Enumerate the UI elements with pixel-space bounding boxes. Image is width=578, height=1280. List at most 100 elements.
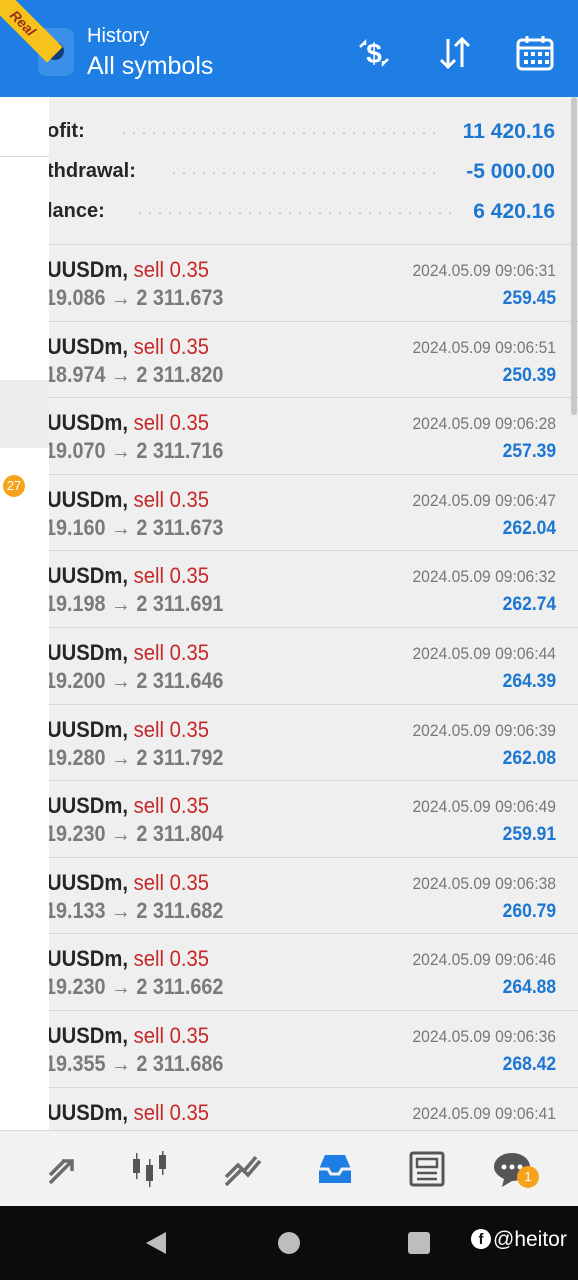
- trade-row[interactable]: UUSDm, sell 0.35 19.070 → 2 311.716 2024.0…: [49, 397, 578, 474]
- summary-row-withdrawal: thdrawal: -5 000.00: [47, 150, 555, 190]
- trade-side: sell 0.35: [133, 946, 210, 972]
- symbol-text: UUSDm,: [49, 716, 128, 742]
- trade-side: sell 0.35: [133, 793, 210, 819]
- drawer-selected-item[interactable]: [0, 380, 49, 448]
- trade-prices: 19.230 → 2 311.662: [49, 974, 224, 1000]
- trade-history-list[interactable]: UUSDm, sell 0.35 19.086 → 2 311.673 2024.0…: [49, 244, 578, 1130]
- trade-symbol: UUSDm, sell 0.35: [49, 1023, 209, 1049]
- trade-time: 2024.05.09 09:06:31: [412, 261, 556, 280]
- trade-side: sell 0.35: [133, 1022, 210, 1048]
- dot-leader: [135, 212, 455, 214]
- trade-icon[interactable]: [42, 1147, 86, 1191]
- trade-prices: 19.200 → 2 311.646: [49, 667, 224, 693]
- trade-prices: 18.974 → 2 311.820: [49, 361, 224, 387]
- quotes-candles-icon[interactable]: [128, 1147, 172, 1191]
- trade-row[interactable]: UUSDm, sell 0.35 2024.05.09 09:06:41: [49, 1086, 578, 1130]
- trade-time: 2024.05.09 09:06:46: [412, 950, 556, 970]
- trade-symbol: UUSDm, sell 0.35: [49, 1100, 209, 1126]
- trade-row[interactable]: UUSDm, sell 0.35 19.200 → 2 311.646 2024.0…: [49, 626, 578, 704]
- watermark: f @heitor: [471, 1228, 567, 1252]
- trade-prices: 19.198 → 2 311.691: [49, 591, 224, 617]
- trade-time: 2024.05.09 09:06:32: [412, 567, 556, 587]
- trade-symbol: UUSDm, sell 0.35: [49, 793, 209, 819]
- summary-label: ofit:: [47, 120, 85, 142]
- summary-value: 11 420.16: [462, 120, 555, 143]
- header-subtitle: History: [87, 25, 150, 47]
- trade-side: sell 0.35: [133, 257, 210, 282]
- trade-symbol: UUSDm, sell 0.35: [49, 487, 209, 513]
- trade-profit: 268.42: [502, 1053, 556, 1075]
- trade-row[interactable]: UUSDm, sell 0.35 19.280 → 2 311.792 2024.0…: [49, 703, 578, 781]
- trade-row[interactable]: UUSDm, sell 0.35 19.198 → 2 311.691 2024.0…: [49, 550, 578, 627]
- trade-side: sell 0.35: [133, 333, 210, 359]
- symbol-text: UUSDm,: [49, 563, 128, 589]
- trade-prices: 19.070 → 2 311.716: [49, 438, 224, 464]
- bottom-tab-bar: [0, 1130, 578, 1207]
- back-icon[interactable]: [146, 1232, 166, 1254]
- summary-panel: ofit: 11 420.16 thdrawal: -5 000.00 lanc…: [47, 97, 578, 244]
- trade-symbol: UUSDm, sell 0.35: [49, 563, 209, 589]
- android-nav-bar: f @heitor: [0, 1206, 578, 1280]
- trade-profit: 264.88: [502, 977, 556, 999]
- trade-row[interactable]: UUSDm, sell 0.35 19.160 → 2 311.673 2024.0…: [49, 473, 578, 551]
- trade-row[interactable]: UUSDm, sell 0.35 18.974 → 2 311.820 2024.0…: [49, 320, 578, 398]
- sort-icon[interactable]: [435, 33, 475, 73]
- trade-side: sell 0.35: [133, 716, 210, 742]
- symbol-text: UUSDm,: [49, 869, 128, 895]
- trade-row[interactable]: UUSDm, sell 0.35 19.355 → 2 311.686 2024.0…: [49, 1009, 578, 1087]
- trade-profit: 250.39: [502, 364, 556, 386]
- trade-profit: 257.39: [502, 441, 556, 463]
- svg-text:$: $: [366, 38, 382, 69]
- symbol-text: UUSDm,: [49, 946, 128, 972]
- scrollbar[interactable]: [571, 97, 577, 415]
- trade-profit: 262.74: [502, 594, 556, 616]
- history-inbox-icon[interactable]: [313, 1147, 357, 1191]
- trade-time: 2024.05.09 09:06:38: [412, 873, 556, 893]
- home-icon[interactable]: [278, 1232, 300, 1254]
- notification-badge: 27: [3, 475, 25, 497]
- deposit-dollar-icon[interactable]: $: [354, 33, 394, 73]
- trade-prices: 19.280 → 2 311.792: [49, 744, 224, 770]
- summary-row-profit: ofit: 11 420.16: [47, 110, 555, 150]
- trade-time: 2024.05.09 09:06:39: [412, 720, 556, 740]
- calendar-icon[interactable]: [515, 33, 555, 73]
- summary-label: thdrawal:: [47, 160, 136, 182]
- symbol-text: UUSDm,: [49, 333, 128, 359]
- trade-prices: 19.355 → 2 311.686: [49, 1050, 224, 1076]
- trade-symbol: UUSDm, sell 0.35: [49, 640, 209, 666]
- trade-profit: 259.91: [502, 824, 556, 846]
- facebook-icon: f: [471, 1229, 491, 1249]
- symbol-text: UUSDm,: [49, 486, 128, 512]
- trade-prices: 19.160 → 2 311.673: [49, 514, 224, 540]
- trade-row[interactable]: UUSDm, sell 0.35 19.133 → 2 311.682 2024.0…: [49, 856, 578, 934]
- dot-leader: [169, 172, 439, 174]
- header-title[interactable]: All symbols: [87, 52, 213, 81]
- chart-icon[interactable]: [220, 1147, 264, 1191]
- trade-symbol: UUSDm, sell 0.35: [49, 410, 209, 436]
- watermark-text: @heitor: [493, 1228, 567, 1251]
- trade-side: sell 0.35: [133, 639, 210, 665]
- trade-symbol: UUSDm, sell 0.35: [49, 717, 209, 743]
- news-icon[interactable]: [405, 1147, 449, 1191]
- trade-row[interactable]: UUSDm, sell 0.35 19.230 → 2 311.662 2024.0…: [49, 933, 578, 1010]
- trade-time: 2024.05.09 09:06:28: [412, 414, 556, 434]
- trade-time: 2024.05.09 09:06:47: [412, 490, 556, 510]
- trade-row[interactable]: UUSDm, sell 0.35 19.230 → 2 311.804 2024.0…: [49, 780, 578, 857]
- trade-time: 2024.05.09 09:06:36: [412, 1026, 556, 1046]
- trade-side: sell 0.35: [133, 869, 210, 895]
- trade-profit: 262.08: [502, 747, 556, 769]
- trade-symbol: UUSDm, sell 0.35: [49, 870, 209, 896]
- drawer-divider: [0, 156, 49, 157]
- trade-side: sell 0.35: [133, 1099, 210, 1125]
- trade-symbol: UUSDm, sell 0.35: [49, 257, 209, 283]
- app-header: History All symbols $: [0, 0, 578, 97]
- summary-row-balance: lance: 6 420.16: [47, 190, 555, 230]
- trade-row[interactable]: UUSDm, sell 0.35 19.086 → 2 311.673 2024.0…: [49, 244, 578, 321]
- side-drawer: 27: [0, 0, 49, 1206]
- trade-prices: 19.133 → 2 311.682: [49, 897, 224, 923]
- symbol-text: UUSDm,: [49, 1099, 128, 1125]
- trade-side: sell 0.35: [133, 563, 210, 589]
- recents-icon[interactable]: [408, 1232, 430, 1254]
- trade-symbol: UUSDm, sell 0.35: [49, 334, 209, 360]
- trade-symbol: UUSDm, sell 0.35: [49, 946, 209, 972]
